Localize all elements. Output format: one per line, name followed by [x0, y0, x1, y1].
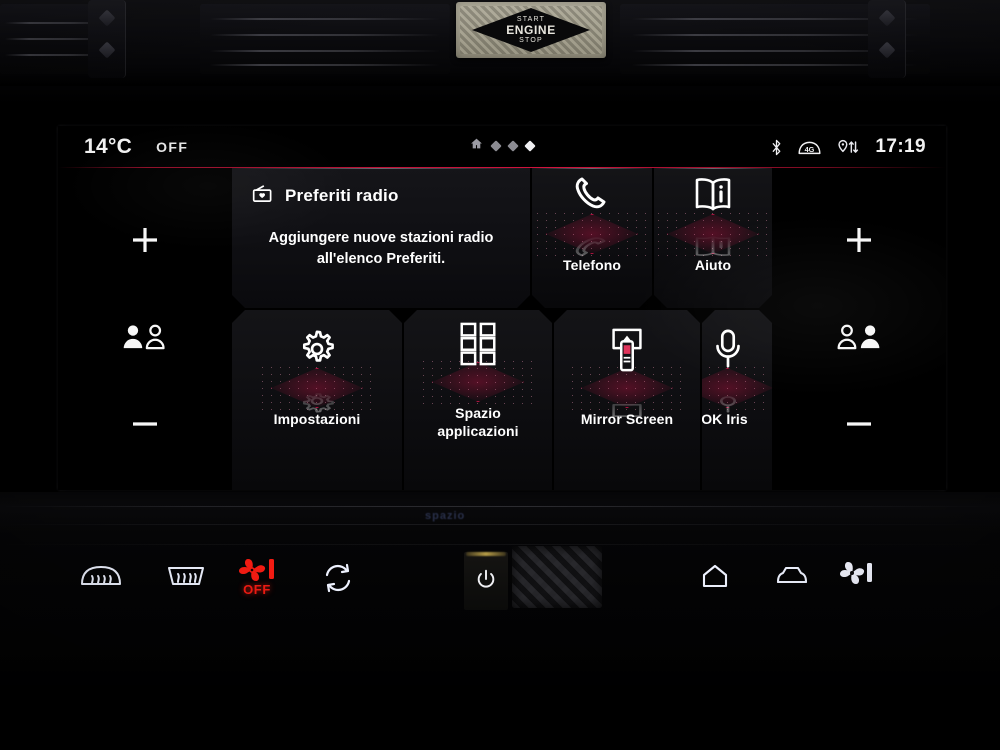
tile-grid: Preferiti radio Aggiungere nuove stazion… — [232, 168, 772, 490]
dual-zone-passenger-icon[interactable] — [834, 323, 884, 351]
status-bar: 14°C OFF 4G 17:19 — [58, 126, 946, 168]
vent-knob-right[interactable] — [868, 0, 906, 78]
tile-ok-iris[interactable]: OK Iris — [702, 310, 772, 490]
temperature-display: 14°C — [84, 135, 133, 158]
page-dot-3[interactable] — [524, 140, 536, 152]
radio-message-line1: Aggiungere nuove stazioni radio — [268, 230, 494, 246]
start-engine-stop-button[interactable]: START ENGINE STOP — [456, 2, 606, 58]
vent-knob-left[interactable] — [88, 0, 126, 78]
speaker-grille — [512, 546, 602, 608]
4g-car-icon: 4G — [797, 139, 822, 156]
radio-panel-message: Aggiungere nuove stazioni radio all'elen… — [232, 228, 530, 270]
clock: 17:19 — [875, 136, 926, 157]
fan-off-label: OFF — [243, 582, 271, 597]
climate-left-column — [58, 168, 232, 490]
air-recirculation-button[interactable] — [320, 562, 356, 594]
fan-off-button[interactable]: OFF — [236, 558, 278, 596]
home-button[interactable] — [700, 562, 730, 590]
dashboard-background: START ENGINE STOP 14°C OFF 4G 17:19 Pref… — [0, 0, 1000, 750]
start-label-mid: ENGINE — [506, 22, 556, 37]
tile-spazio-label-line2: applicazioni — [437, 423, 519, 439]
radio-panel-title: Preferiti radio — [285, 186, 399, 205]
telefono-podium — [538, 172, 646, 258]
temp-decrease-right-button[interactable] — [842, 417, 876, 431]
tile-spazio-label: Spazio applicazioni — [437, 404, 518, 440]
mirror-podium — [573, 326, 681, 412]
temp-increase-right-button[interactable] — [842, 223, 876, 257]
gear-settings-icon-reflection — [296, 385, 338, 414]
microphone-icon-reflection — [711, 385, 745, 414]
vehicle-button[interactable] — [775, 564, 809, 588]
status-icons: 4G 17:19 — [770, 126, 926, 168]
radio-favorites-icon — [252, 184, 274, 208]
start-label-bottom: STOP — [519, 36, 543, 44]
screen-mirroring-icon — [605, 328, 649, 379]
tile-impostazioni[interactable]: Impostazioni — [232, 310, 402, 490]
navigation-pin-icon — [836, 138, 859, 157]
air-vent-left — [200, 4, 450, 74]
console-bottom-shadow — [0, 640, 1000, 750]
vent-strip: START ENGINE STOP — [0, 0, 1000, 86]
help-book-info-icon-reflection — [691, 231, 735, 259]
power-button[interactable] — [464, 552, 508, 610]
phone-handset-icon — [572, 174, 612, 219]
temp-decrease-left-button[interactable] — [128, 417, 162, 431]
screen-body: Preferiti radio Aggiungere nuove stazion… — [58, 168, 946, 490]
tile-telefono[interactable]: Telefono — [532, 168, 652, 308]
front-windshield-defrost-button[interactable] — [78, 562, 124, 592]
rear-window-defrost-icon — [164, 562, 208, 592]
front-windshield-defrost-icon — [78, 562, 124, 592]
tile-spazio-applicazioni[interactable]: Spazio applicazioni — [404, 310, 552, 490]
tile-mirror-screen[interactable]: Mirror Screen — [554, 310, 700, 490]
tile-aiuto[interactable]: Aiuto — [654, 168, 772, 308]
rear-window-defrost-button[interactable] — [164, 562, 208, 592]
ac-state-label: OFF — [156, 139, 189, 155]
bluetooth-icon — [770, 138, 783, 157]
help-book-info-icon — [691, 174, 735, 219]
page-dot-1[interactable] — [490, 140, 502, 152]
infotainment-screen[interactable]: 14°C OFF 4G 17:19 Preferiti radio Aggiun… — [58, 126, 946, 490]
aiuto-podium — [659, 172, 767, 258]
fan-icon — [236, 558, 278, 582]
car-icon — [775, 564, 809, 588]
phone-handset-icon-reflection — [572, 231, 612, 259]
spazio-podium — [424, 320, 532, 406]
svg-text:4G: 4G — [805, 144, 815, 153]
home-icon[interactable] — [470, 137, 483, 155]
power-icon — [475, 568, 497, 595]
fan-climate-icon — [838, 561, 876, 585]
app-grid-icon — [457, 322, 499, 371]
air-recirculation-icon — [320, 562, 356, 594]
screen-mirroring-icon-reflection — [605, 386, 649, 418]
screen-reflection-text: spazio — [425, 510, 466, 522]
home-icon — [700, 562, 730, 590]
page-indicator[interactable] — [470, 137, 536, 155]
climate-button[interactable] — [838, 561, 876, 585]
microphone-icon — [711, 328, 745, 375]
radio-message-line2: all'elenco Preferiti. — [316, 251, 446, 267]
radio-favorites-panel[interactable]: Preferiti radio Aggiungere nuove stazion… — [232, 168, 530, 308]
temp-increase-left-button[interactable] — [128, 223, 162, 257]
gear-settings-icon — [296, 328, 338, 375]
climate-right-column — [772, 168, 946, 490]
page-dot-2[interactable] — [507, 140, 519, 152]
start-button-diamond: START ENGINE STOP — [472, 8, 590, 52]
dual-zone-driver-icon[interactable] — [120, 323, 170, 351]
impostazioni-podium — [263, 326, 371, 412]
